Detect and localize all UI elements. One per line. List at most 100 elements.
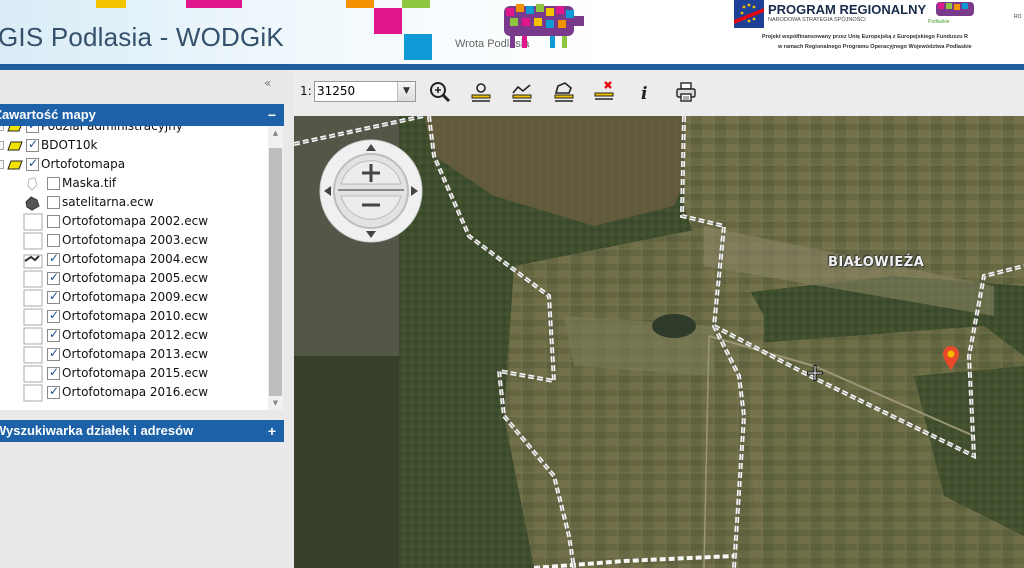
collapse-panel-button[interactable]: « <box>264 76 271 90</box>
layer-thumbnail-icon <box>23 232 43 250</box>
layer-row[interactable]: Ortofotomapa 2013.ecw <box>0 346 268 365</box>
scale-select[interactable]: 31250 ▼ <box>314 81 416 102</box>
crosshair-cursor-icon <box>807 365 823 381</box>
layer-row[interactable]: Podział administracyjny <box>0 126 268 137</box>
bison-logo-icon <box>504 4 584 48</box>
layer-label: Ortofotomapa 2009.ecw <box>62 290 209 304</box>
layer-row[interactable]: Ortofotomapa 2010.ecw <box>0 308 268 327</box>
scroll-down-icon[interactable]: ▼ <box>268 396 283 410</box>
scale-prefix: 1: <box>300 84 312 98</box>
chevron-down-icon[interactable]: ▼ <box>397 82 415 101</box>
layer-checkbox[interactable] <box>47 196 60 209</box>
layer-label: Ortofotomapa <box>41 157 126 171</box>
layer-checkbox[interactable] <box>47 308 60 323</box>
layer-tree: Podział administracyjny BDOT10k Ortofotoma… <box>0 126 268 410</box>
scroll-thumb[interactable] <box>269 148 282 396</box>
zoom-navigation-control[interactable] <box>318 138 424 244</box>
layer-label: Ortofotomapa 2016.ecw <box>62 385 209 399</box>
layer-checkbox[interactable] <box>47 215 60 228</box>
measure-area-icon[interactable] <box>552 80 576 104</box>
project-info-line2: w ramach Regionalnego Programu Operacyjn… <box>778 44 972 50</box>
layer-row[interactable]: Ortofotomapa 2009.ecw <box>0 289 268 308</box>
layer-thumbnail-icon <box>27 177 38 191</box>
measure-point-icon[interactable] <box>469 80 493 104</box>
layer-label: Ortofotomapa 2004.ecw <box>62 252 209 266</box>
layer-row[interactable]: Ortofotomapa 2003.ecw <box>0 232 268 251</box>
layer-checkbox[interactable] <box>47 270 60 285</box>
layer-checkbox[interactable] <box>47 289 60 304</box>
layer-checkbox[interactable] <box>47 327 60 342</box>
scale-value: 31250 <box>317 84 356 98</box>
place-label-bialowieza: BIAŁOWIEŻA <box>828 255 925 270</box>
layer-thumbnail-icon <box>23 327 43 345</box>
layer-label: BDOT10k <box>41 138 98 152</box>
header-banner: GIS Podlasia - WODGiK Wrota Podlasia PRO… <box>0 0 1024 64</box>
layer-checkbox[interactable] <box>47 234 60 247</box>
left-panel: « Zawartość mapy − Podział administracyj… <box>0 70 294 568</box>
layer-row[interactable]: BDOT10k <box>0 137 268 156</box>
layer-group-icon <box>7 160 23 170</box>
podlaskie-label: Podlaskie <box>928 19 950 25</box>
layer-label: Ortofotomapa 2013.ecw <box>62 347 209 361</box>
layer-thumbnail-icon <box>23 289 43 307</box>
layer-row[interactable]: Ortofotomapa 2004.ecw <box>0 251 268 270</box>
layer-thumbnail-icon <box>23 270 43 288</box>
collapse-layers-icon[interactable]: − <box>268 104 276 126</box>
layer-label: satelitarna.ecw <box>62 195 154 209</box>
zoom-magnifier-icon[interactable] <box>428 80 452 104</box>
layer-row[interactable]: Ortofotomapa <box>0 156 268 175</box>
map-toolbar: 1: 31250 ▼ i <box>294 70 1024 116</box>
program-regionalny-title: PROGRAM REGIONALNY <box>768 2 927 17</box>
parcel-search-header[interactable]: Wyszukiwarka działek i adresów + <box>0 420 284 442</box>
clear-measure-icon[interactable] <box>592 80 616 104</box>
layer-label: Ortofotomapa 2002.ecw <box>62 214 209 228</box>
layer-row[interactable]: Ortofotomapa 2015.ecw <box>0 365 268 384</box>
layer-label: Ortofotomapa 2005.ecw <box>62 271 209 285</box>
layer-group-icon <box>7 141 23 151</box>
layer-label: Podział administracyjny <box>41 126 183 133</box>
expand-node-icon[interactable] <box>0 141 4 150</box>
layer-row[interactable]: Maska.tif <box>0 175 268 194</box>
measure-line-icon[interactable] <box>510 80 534 104</box>
parcel-search-title: Wyszukiwarka działek i adresów <box>0 423 194 438</box>
info-icon[interactable]: i <box>632 80 656 104</box>
layer-row[interactable]: Ortofotomapa 2016.ecw <box>0 384 268 403</box>
layer-checkbox[interactable] <box>47 177 60 190</box>
layer-row[interactable]: Ortofotomapa 2005.ecw <box>0 270 268 289</box>
eu-flag-icon <box>734 0 764 28</box>
layer-checkbox[interactable] <box>47 384 60 399</box>
scroll-up-icon[interactable]: ▲ <box>268 126 283 140</box>
expand-node-icon[interactable] <box>0 126 4 131</box>
svg-text:i: i <box>641 84 647 104</box>
layer-label: Ortofotomapa 2015.ecw <box>62 366 209 380</box>
layer-checkbox[interactable] <box>47 346 60 361</box>
expand-node-icon[interactable] <box>0 160 4 169</box>
layer-label: Ortofotomapa 2003.ecw <box>62 233 209 247</box>
layer-tree-scrollbar[interactable]: ▲ ▼ <box>268 126 283 410</box>
layer-thumbnail-icon <box>23 308 43 326</box>
layer-row[interactable]: satelitarna.ecw <box>0 194 268 213</box>
layer-checkbox[interactable] <box>47 251 60 266</box>
map-content-title: Zawartość mapy <box>0 107 96 122</box>
layer-group-icon <box>7 126 22 132</box>
layer-checkbox[interactable] <box>26 126 39 133</box>
layer-checkbox[interactable] <box>26 156 39 171</box>
app-title: GIS Podlasia - WODGiK <box>0 22 284 52</box>
layer-label: Maska.tif <box>62 176 117 190</box>
location-pin-icon[interactable] <box>943 346 959 370</box>
map-canvas[interactable]: BIAŁOWIEŻA <box>294 116 1024 568</box>
layer-row[interactable]: Ortofotomapa 2012.ecw <box>0 327 268 346</box>
expand-search-icon[interactable]: + <box>268 420 276 442</box>
layer-thumbnail-icon <box>23 254 43 269</box>
layer-label: Ortofotomapa 2010.ecw <box>62 309 209 323</box>
ro-label: RO <box>1014 14 1022 20</box>
layer-row[interactable]: Ortofotomapa 2002.ecw <box>0 213 268 232</box>
layer-checkbox[interactable] <box>47 365 60 380</box>
layer-thumbnail-icon <box>23 213 43 231</box>
print-icon[interactable] <box>674 80 698 104</box>
layer-thumbnail-icon <box>23 365 43 383</box>
map-content-header[interactable]: Zawartość mapy − <box>0 104 284 126</box>
layer-checkbox[interactable] <box>26 137 39 152</box>
layer-thumbnail-icon <box>23 346 43 364</box>
program-subtitle: NARODOWA STRATEGIA SPÓJNOŚCI <box>768 17 866 23</box>
